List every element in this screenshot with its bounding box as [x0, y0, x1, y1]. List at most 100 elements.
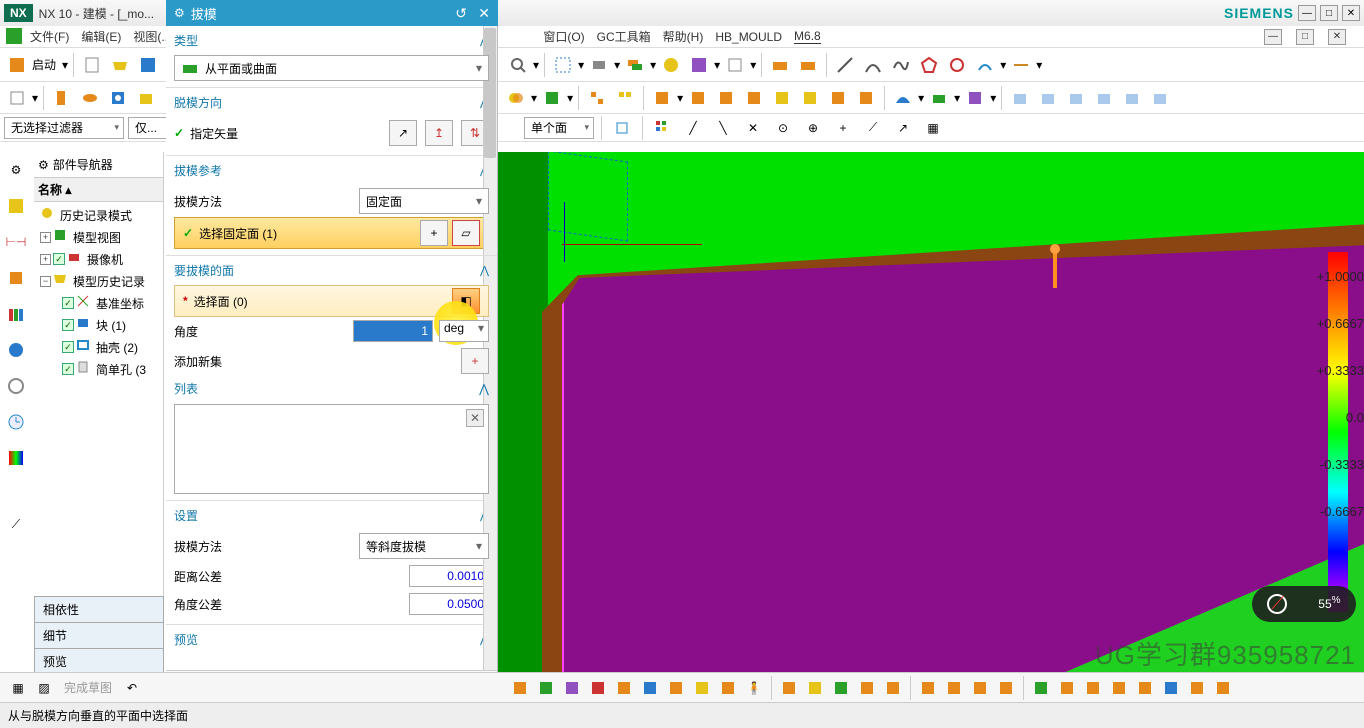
box1-icon[interactable] [649, 85, 675, 111]
bt-s4-icon[interactable] [1107, 676, 1131, 700]
face-picker-button[interactable]: ◧ [452, 288, 480, 314]
box6-icon[interactable] [797, 85, 823, 111]
assembly1-icon[interactable] [767, 52, 793, 78]
new-icon[interactable] [79, 52, 105, 78]
bt-cube6-icon[interactable] [638, 676, 662, 700]
trim-icon[interactable] [539, 85, 565, 111]
curve-through-icon[interactable] [944, 52, 970, 78]
doc-restore-button[interactable]: □ [1296, 29, 1314, 45]
web-tab-icon[interactable] [2, 336, 30, 364]
vector-zc-button[interactable]: ↥ [425, 120, 453, 146]
sheet1-icon[interactable] [1007, 85, 1033, 111]
section-preview[interactable]: 预览⋀ [166, 624, 497, 652]
bt-s8-icon[interactable] [1211, 676, 1235, 700]
surf2-icon[interactable] [926, 85, 952, 111]
snap-point-icon[interactable]: + [830, 115, 856, 141]
snap-end-icon[interactable]: ╱ [680, 115, 706, 141]
draft-handle-stem[interactable] [1053, 250, 1057, 288]
box2-icon[interactable] [685, 85, 711, 111]
bt-person-icon[interactable]: 🧍 [742, 676, 766, 700]
bt-undo-icon[interactable]: ↶ [120, 676, 144, 700]
menu-window[interactable]: 窗口(O) [543, 28, 584, 45]
select-face-row[interactable]: * 选择面 (0) ◧ [174, 285, 489, 317]
bt-grid-icon[interactable]: ▦ [6, 676, 30, 700]
hole-icon[interactable] [105, 85, 131, 111]
graphics-viewport[interactable] [498, 152, 1364, 674]
render-icon[interactable] [658, 52, 684, 78]
unite-icon[interactable] [503, 85, 529, 111]
bt-cube5-icon[interactable] [612, 676, 636, 700]
assembly2-icon[interactable] [795, 52, 821, 78]
draft-handle-dot[interactable] [1050, 244, 1060, 254]
box4-icon[interactable] [741, 85, 767, 111]
search-icon[interactable] [505, 52, 531, 78]
select-fixed-face-row[interactable]: ✓ 选择固定面 (1) + ▱ [174, 217, 489, 249]
bt-m5-icon[interactable] [881, 676, 905, 700]
revolve-icon[interactable] [77, 85, 103, 111]
shade-icon[interactable] [586, 52, 612, 78]
bt-m4-icon[interactable] [855, 676, 879, 700]
extrude-icon[interactable] [49, 85, 75, 111]
bt-cube1-icon[interactable] [508, 676, 532, 700]
face-fixed-button[interactable]: ▱ [452, 220, 480, 246]
fit-view-icon[interactable] [550, 52, 576, 78]
sheet-icon[interactable] [722, 52, 748, 78]
tab-dependency[interactable]: 相依性 [34, 596, 164, 623]
tab-preview[interactable]: 预览 [34, 648, 164, 675]
surf3-icon[interactable] [962, 85, 988, 111]
bt-cube9-icon[interactable] [716, 676, 740, 700]
section-settings[interactable]: 设置⋀ [166, 500, 497, 528]
bt-s5-icon[interactable] [1133, 676, 1157, 700]
doc-close-button[interactable]: ✕ [1328, 29, 1346, 45]
library-tab-icon[interactable] [2, 300, 30, 328]
bt-check-icon[interactable]: ▨ [32, 676, 56, 700]
face-list-box[interactable]: ✕ [174, 404, 489, 494]
gear-small-icon[interactable]: ⚙ [38, 158, 49, 172]
sheet3-icon[interactable] [1063, 85, 1089, 111]
pattern1-icon[interactable] [584, 85, 610, 111]
add-fixed-button[interactable]: + [420, 220, 448, 246]
snap-grid-icon[interactable] [650, 115, 676, 141]
bt-s1-icon[interactable] [1029, 676, 1053, 700]
nav-hole[interactable]: ✓简单孔 (3 [36, 358, 161, 380]
snap-grid2-icon[interactable]: ▦ [920, 115, 946, 141]
box7-icon[interactable] [825, 85, 851, 111]
bt-m3-icon[interactable] [829, 676, 853, 700]
bt-s7-icon[interactable] [1185, 676, 1209, 700]
line-icon[interactable] [832, 52, 858, 78]
menu-edit[interactable]: 编辑(E) [81, 28, 121, 45]
box5-icon[interactable] [769, 85, 795, 111]
bt-m2-icon[interactable] [803, 676, 827, 700]
section-faces[interactable]: 要拔模的面⋀ ◧ [166, 255, 497, 283]
box3-icon[interactable] [713, 85, 739, 111]
sheet6-icon[interactable] [1147, 85, 1173, 111]
section-type[interactable]: 类型⋀ [166, 26, 497, 53]
angle-unit-dropdown[interactable]: deg [439, 320, 489, 342]
measure-tab-icon[interactable]: ⟋ [2, 510, 30, 538]
sketch-icon[interactable] [4, 85, 30, 111]
nav-history-mode[interactable]: 历史记录模式 [36, 204, 161, 226]
bt-cube8-icon[interactable] [690, 676, 714, 700]
nav-model-view[interactable]: +模型视图 [36, 226, 161, 248]
settings-tab-icon[interactable]: ⚙ [2, 156, 30, 184]
arc-icon[interactable] [860, 52, 886, 78]
snap-cursor-icon[interactable]: ↗ [890, 115, 916, 141]
nav-tab-icon[interactable] [2, 192, 30, 220]
add-new-set-button[interactable]: + [461, 348, 489, 374]
bt-cube4-icon[interactable] [586, 676, 610, 700]
offset-curve-icon[interactable] [972, 52, 998, 78]
launch-dropdown[interactable] [4, 52, 30, 78]
sheet5-icon[interactable] [1119, 85, 1145, 111]
section-direction[interactable]: 脱模方向⋀ [166, 87, 497, 115]
navigator-column-header[interactable]: 名称 ▴ [34, 178, 163, 202]
nav-shell[interactable]: ✓抽壳 (2) [36, 336, 161, 358]
spline-icon[interactable] [888, 52, 914, 78]
menu-help[interactable]: 帮助(H) [663, 28, 704, 45]
bt-h2-icon[interactable] [942, 676, 966, 700]
snap-quad-icon[interactable]: ⊕ [800, 115, 826, 141]
bt-cube7-icon[interactable] [664, 676, 688, 700]
dist-tol-input[interactable] [409, 565, 489, 587]
box8-icon[interactable] [853, 85, 879, 111]
nav-block[interactable]: ✓块 (1) [36, 314, 161, 336]
angle-input[interactable] [353, 320, 433, 342]
